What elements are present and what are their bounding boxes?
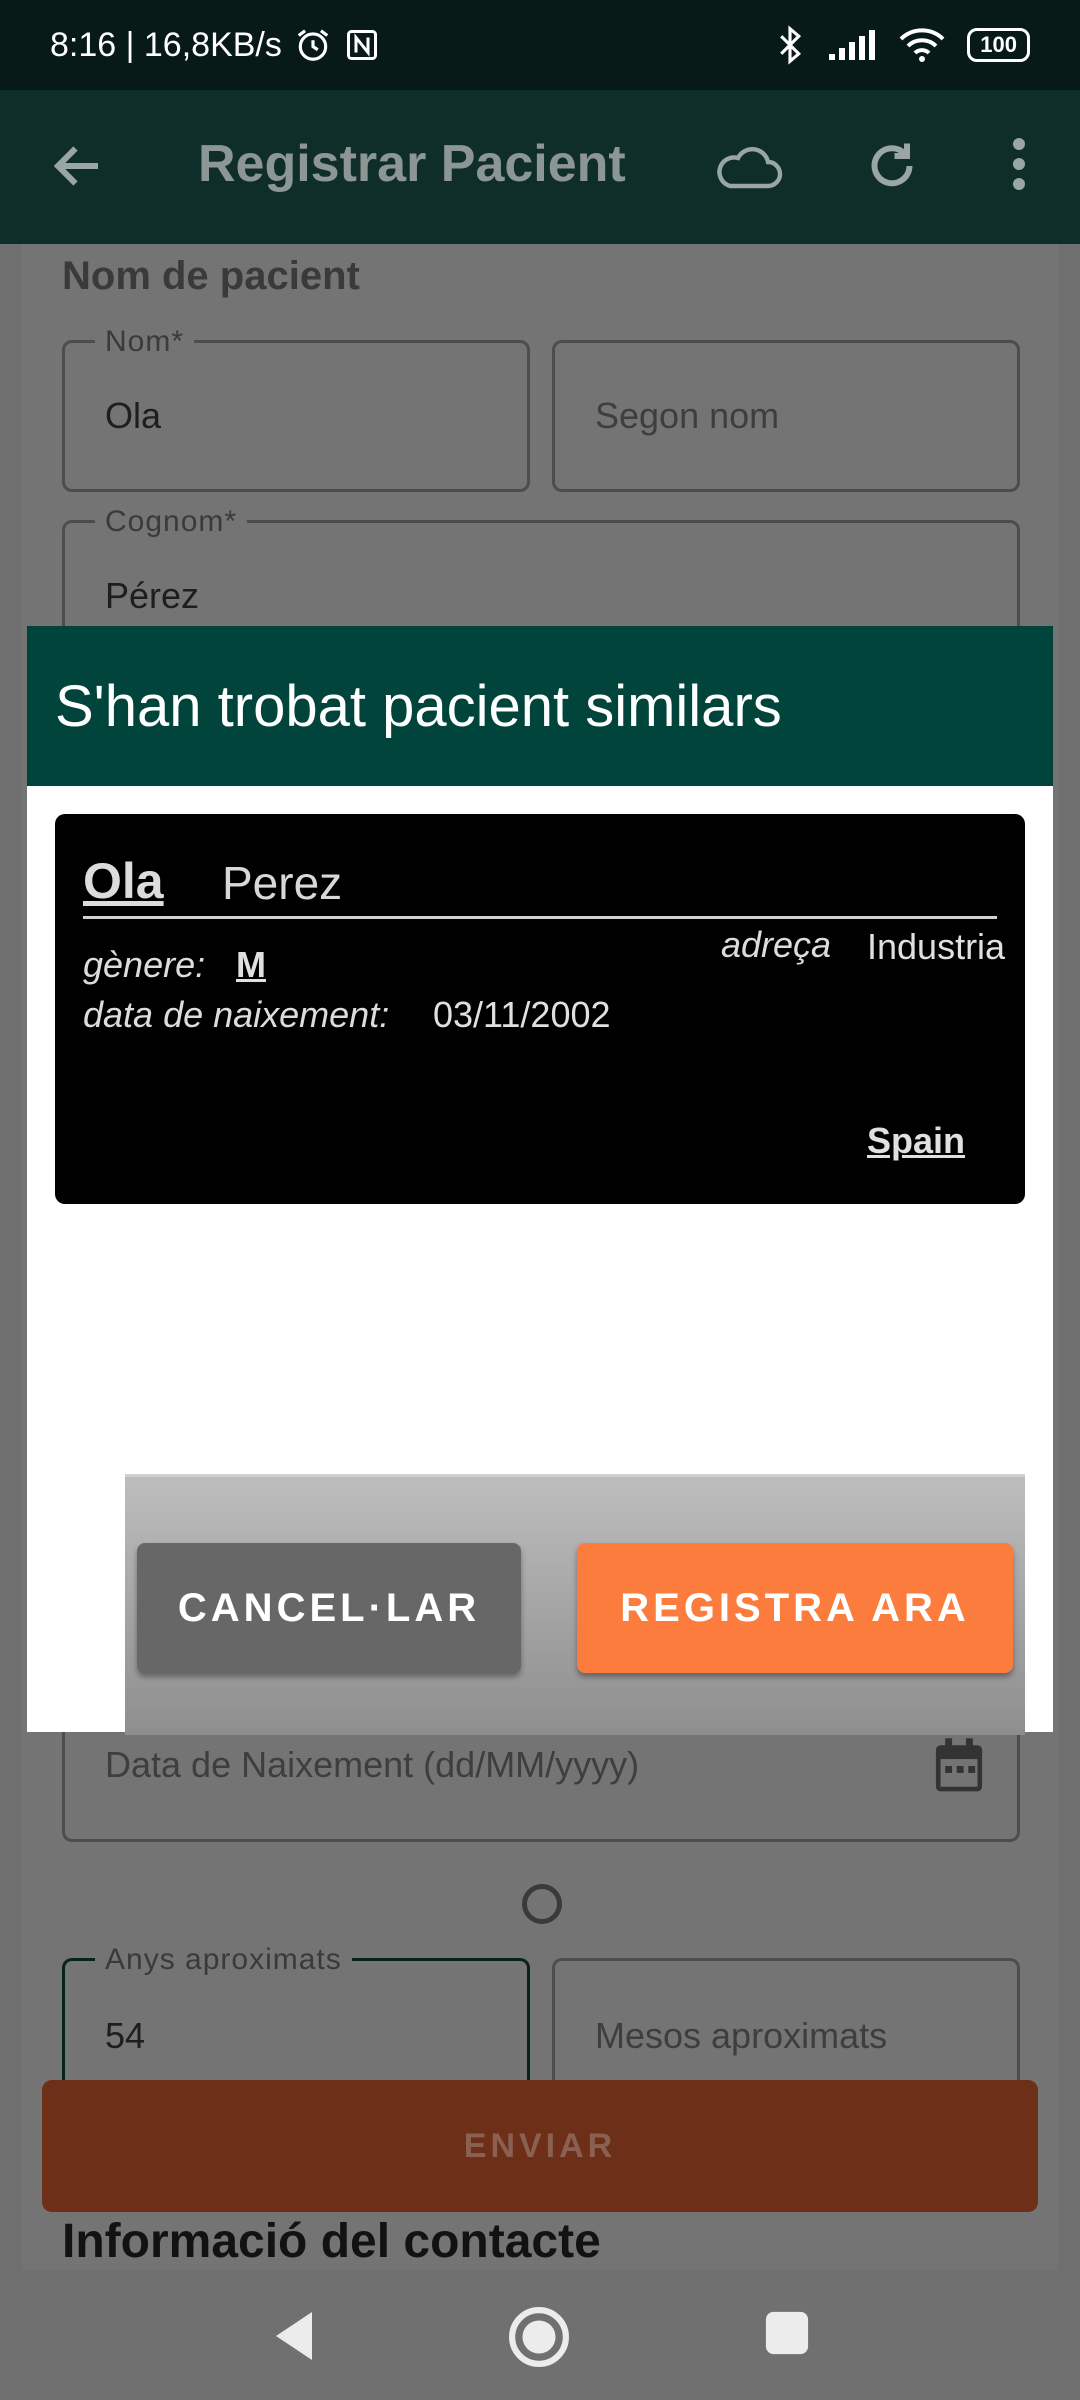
dialog-button-bar: CANCEL·LAR REGISTRA ARA xyxy=(125,1474,1025,1735)
card-divider xyxy=(83,916,997,919)
approx-years-value: 54 xyxy=(105,2014,146,2056)
status-bar: 8:16 | 16,8KB/s 100 xyxy=(0,0,1080,90)
submit-button[interactable]: ENVIAR xyxy=(42,2080,1038,2212)
gender-value: M xyxy=(236,944,266,985)
nav-recents-icon[interactable] xyxy=(764,2310,810,2356)
wifi-icon xyxy=(899,28,945,62)
approx-years-label: Anys aproximats xyxy=(95,1943,352,1977)
page-title: Registrar Pacient xyxy=(198,135,626,193)
approx-months-placeholder: Mesos aproximats xyxy=(595,2014,888,2056)
status-time: 8:16 | 16,8KB/s xyxy=(50,25,282,64)
alarm-icon xyxy=(297,29,329,61)
first-name-value: Ola xyxy=(105,395,162,436)
battery-icon: 100 xyxy=(967,28,1030,62)
last-name-value: Pérez xyxy=(105,575,200,616)
similar-patients-dialog: S'han trobat pacient similars Ola Perez … xyxy=(27,626,1053,1735)
address-value: Industria xyxy=(867,926,1006,967)
cloud-icon[interactable] xyxy=(712,138,784,198)
match-last-name: Perez xyxy=(222,857,343,909)
back-arrow-icon[interactable] xyxy=(48,136,108,196)
more-options-icon[interactable] xyxy=(1004,134,1034,194)
nav-home-icon[interactable] xyxy=(508,2306,570,2368)
section-title-name: Nom de pacient xyxy=(62,254,360,298)
bluetooth-icon xyxy=(780,25,802,65)
country-link[interactable]: Spain xyxy=(867,1120,965,1162)
address-label: adreça xyxy=(721,924,832,965)
gender-label: gènere: xyxy=(83,944,206,985)
birth-date-value: 03/11/2002 xyxy=(433,994,611,1035)
cancel-button[interactable]: CANCEL·LAR xyxy=(137,1543,521,1673)
section-title-contact: Informació del contacte xyxy=(62,2215,601,2268)
middle-name-field[interactable]: Segon nom xyxy=(552,340,1020,492)
app-toolbar: Registrar Pacient xyxy=(0,90,1080,244)
nfc-icon xyxy=(346,30,377,60)
system-navigation-bar xyxy=(0,2270,1080,2400)
last-name-label: Cognom* xyxy=(95,505,248,539)
birth-date-label: data de naixement: xyxy=(83,994,390,1035)
first-name-label: Nom* xyxy=(95,325,195,359)
nav-back-icon[interactable] xyxy=(268,2308,320,2364)
birth-date-placeholder: Data de Naixement (dd/MM/yyyy) xyxy=(105,1743,640,1785)
approx-toggle-radio[interactable] xyxy=(522,1884,562,1924)
refresh-icon[interactable] xyxy=(862,136,922,196)
match-first-name: Ola xyxy=(83,853,164,909)
dialog-title: S'han trobat pacient similars xyxy=(27,626,1053,786)
patient-match-card[interactable]: Ola Perez gènere: M data de naixement: 0… xyxy=(55,814,1025,1204)
calendar-icon[interactable] xyxy=(931,1736,987,1796)
signal-icon xyxy=(829,30,876,60)
middle-name-placeholder: Segon nom xyxy=(595,395,780,436)
register-now-button[interactable]: REGISTRA ARA xyxy=(577,1543,1013,1673)
first-name-field[interactable]: Nom* Ola xyxy=(62,325,530,492)
